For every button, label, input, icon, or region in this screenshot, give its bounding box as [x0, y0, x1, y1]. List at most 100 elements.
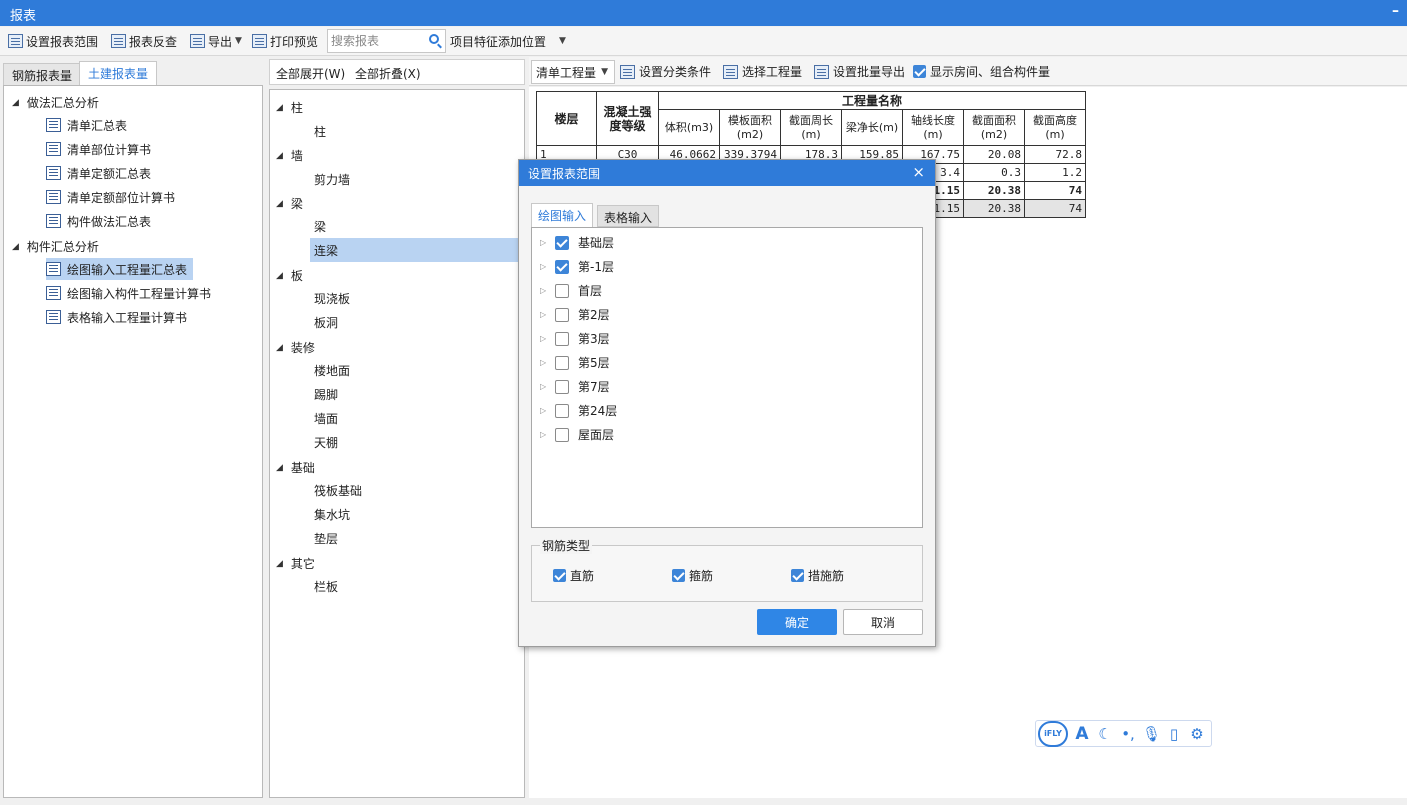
mic-icon[interactable]: 🎙: [1142, 725, 1161, 743]
show-rooms-checkbox[interactable]: 显示房间、组合构件量: [913, 63, 1050, 80]
moon-icon[interactable]: ☾: [1096, 725, 1114, 743]
cancel-button[interactable]: 取消: [843, 609, 923, 635]
mid-group[interactable]: ◢ 墙: [276, 147, 303, 164]
mid-item[interactable]: 天棚: [310, 430, 518, 454]
table-select-icon: [723, 64, 738, 79]
clipboard-icon[interactable]: ▯: [1165, 725, 1183, 743]
mid-item[interactable]: 楼地面: [310, 358, 518, 382]
mid-item[interactable]: 现浇板: [310, 286, 518, 310]
floor-item[interactable]: ▷ 第3层: [540, 330, 610, 347]
expand-arrow-icon[interactable]: ▷: [540, 262, 546, 271]
tree-group-component-summary[interactable]: ◢ 构件汇总分析: [12, 238, 99, 255]
ok-button[interactable]: 确定: [757, 609, 837, 635]
expand-arrow-icon[interactable]: ▷: [540, 358, 546, 367]
batch-export-label: 设置批量导出: [833, 65, 906, 79]
checkbox-checked-icon[interactable]: [555, 259, 569, 274]
checkbox-unchecked-icon[interactable]: [555, 283, 569, 298]
tab-rebar-report[interactable]: 钢筋报表量: [3, 63, 82, 86]
search-report-input[interactable]: [328, 30, 424, 52]
quantity-mode-select[interactable]: 清单工程量 ▼: [531, 60, 615, 84]
tree-item[interactable]: 清单部位计算书: [46, 138, 157, 160]
print-preview-button[interactable]: 打印预览: [252, 31, 318, 51]
tree-item-label: 清单汇总表: [67, 118, 128, 133]
font-a-icon[interactable]: A: [1073, 724, 1091, 744]
checkbox-unchecked-icon[interactable]: [555, 331, 569, 346]
set-category-button[interactable]: 设置分类条件: [620, 63, 711, 80]
export-button[interactable]: 导出 ▼: [190, 31, 242, 51]
select-quantity-button[interactable]: 选择工程量: [723, 63, 802, 80]
floor-item[interactable]: ▷ 基础层: [540, 234, 614, 251]
expand-arrow-icon[interactable]: ▷: [540, 406, 546, 415]
expand-arrow-icon[interactable]: ▷: [540, 430, 546, 439]
collapse-all-button[interactable]: 全部折叠(X): [355, 65, 421, 82]
floor-item[interactable]: ▷ 第24层: [540, 402, 617, 419]
mid-item[interactable]: 墙面: [310, 406, 518, 430]
batch-export-button[interactable]: 设置批量导出: [814, 63, 905, 80]
ifly-logo[interactable]: iFLY: [1038, 720, 1068, 747]
report-tree-panel: ◢ 做法汇总分析 清单汇总表 清单部位计算书 清单定额汇总表 清单定额部位计算书…: [3, 85, 263, 798]
mid-group[interactable]: ◢ 装修: [276, 339, 315, 356]
mid-item[interactable]: 集水坑: [310, 502, 518, 526]
mid-item[interactable]: 踢脚: [310, 382, 518, 406]
mid-item[interactable]: 栏板: [310, 574, 518, 598]
set-range-button[interactable]: 设置报表范围: [8, 31, 98, 51]
tree-item[interactable]: 清单汇总表: [46, 114, 133, 136]
floor-label: 基础层: [578, 236, 615, 250]
mid-item[interactable]: 梁: [310, 214, 518, 238]
gear-icon[interactable]: ⚙: [1188, 725, 1206, 743]
tab-civil-report[interactable]: 土建报表量: [79, 61, 158, 86]
checkbox-unchecked-icon[interactable]: [555, 427, 569, 442]
tree-item[interactable]: 绘图输入构件工程量计算书: [46, 282, 217, 304]
tree-item[interactable]: 清单定额汇总表: [46, 162, 157, 184]
floor-item[interactable]: ▷ 第5层: [540, 354, 610, 371]
expand-arrow-icon[interactable]: ▷: [540, 310, 546, 319]
checkbox-unchecked-icon[interactable]: [555, 403, 569, 418]
minimize-button[interactable]: –: [1392, 3, 1399, 19]
tree-item-selected[interactable]: 绘图输入工程量汇总表: [46, 258, 194, 280]
tab-table-input[interactable]: 表格输入: [597, 205, 660, 227]
checkbox-unchecked-icon[interactable]: [555, 379, 569, 394]
chevron-down-icon: ▼: [601, 67, 608, 77]
expand-triangle-icon: ◢: [276, 270, 283, 281]
rebar-stirrup-checkbox[interactable]: 箍筋: [672, 567, 713, 584]
mid-item[interactable]: 垫层: [310, 526, 518, 550]
floor-item[interactable]: ▷ 第7层: [540, 378, 610, 395]
rebar-straight-checkbox[interactable]: 直筋: [553, 567, 594, 584]
expand-arrow-icon[interactable]: ▷: [540, 382, 546, 391]
floor-item[interactable]: ▷ 第2层: [540, 306, 610, 323]
expand-arrow-icon[interactable]: ▷: [540, 334, 546, 343]
mid-group[interactable]: ◢ 板: [276, 267, 303, 284]
mid-group[interactable]: ◢ 梁: [276, 195, 303, 212]
tree-group-method-summary[interactable]: ◢ 做法汇总分析: [12, 94, 99, 111]
checkbox-unchecked-icon[interactable]: [555, 307, 569, 322]
mid-item[interactable]: 筏板基础: [310, 478, 518, 502]
tree-item[interactable]: 清单定额部位计算书: [46, 186, 181, 208]
expand-triangle-icon: ◢: [12, 97, 19, 108]
mid-item-selected[interactable]: 连梁: [310, 238, 518, 262]
close-icon[interactable]: ×: [912, 163, 925, 181]
checkbox-checked-icon[interactable]: [555, 235, 569, 250]
mid-item[interactable]: 板洞: [310, 310, 518, 334]
tree-item[interactable]: 表格输入工程量计算书: [46, 306, 193, 328]
floor-item[interactable]: ▷ 第-1层: [540, 258, 614, 275]
feature-position-dropdown[interactable]: 项目特征添加位置 ▼: [450, 31, 566, 51]
tree-item[interactable]: 构件做法汇总表: [46, 210, 157, 232]
search-icon[interactable]: [429, 34, 439, 44]
report-check-button[interactable]: 报表反查: [111, 31, 177, 51]
mid-group[interactable]: ◢ 其它: [276, 555, 315, 572]
rebar-measure-checkbox[interactable]: 措施筋: [791, 567, 844, 584]
expand-arrow-icon[interactable]: ▷: [540, 286, 546, 295]
mid-item[interactable]: 剪力墙: [310, 167, 518, 191]
left-tabs: 钢筋报表量 土建报表量: [0, 59, 263, 86]
mid-group[interactable]: ◢ 基础: [276, 459, 315, 476]
mid-group[interactable]: ◢ 柱: [276, 99, 303, 116]
checkbox-unchecked-icon[interactable]: [555, 355, 569, 370]
dialog-titlebar: 设置报表范围 ×: [519, 160, 935, 186]
expand-all-button[interactable]: 全部展开(W): [276, 65, 345, 82]
mid-item[interactable]: 柱: [310, 119, 518, 143]
floor-item[interactable]: ▷ 屋面层: [540, 426, 614, 443]
expand-arrow-icon[interactable]: ▷: [540, 238, 546, 247]
punctuation-icon[interactable]: •,: [1119, 725, 1137, 743]
tab-draw-input[interactable]: 绘图输入: [531, 203, 594, 228]
floor-item[interactable]: ▷ 首层: [540, 282, 602, 299]
